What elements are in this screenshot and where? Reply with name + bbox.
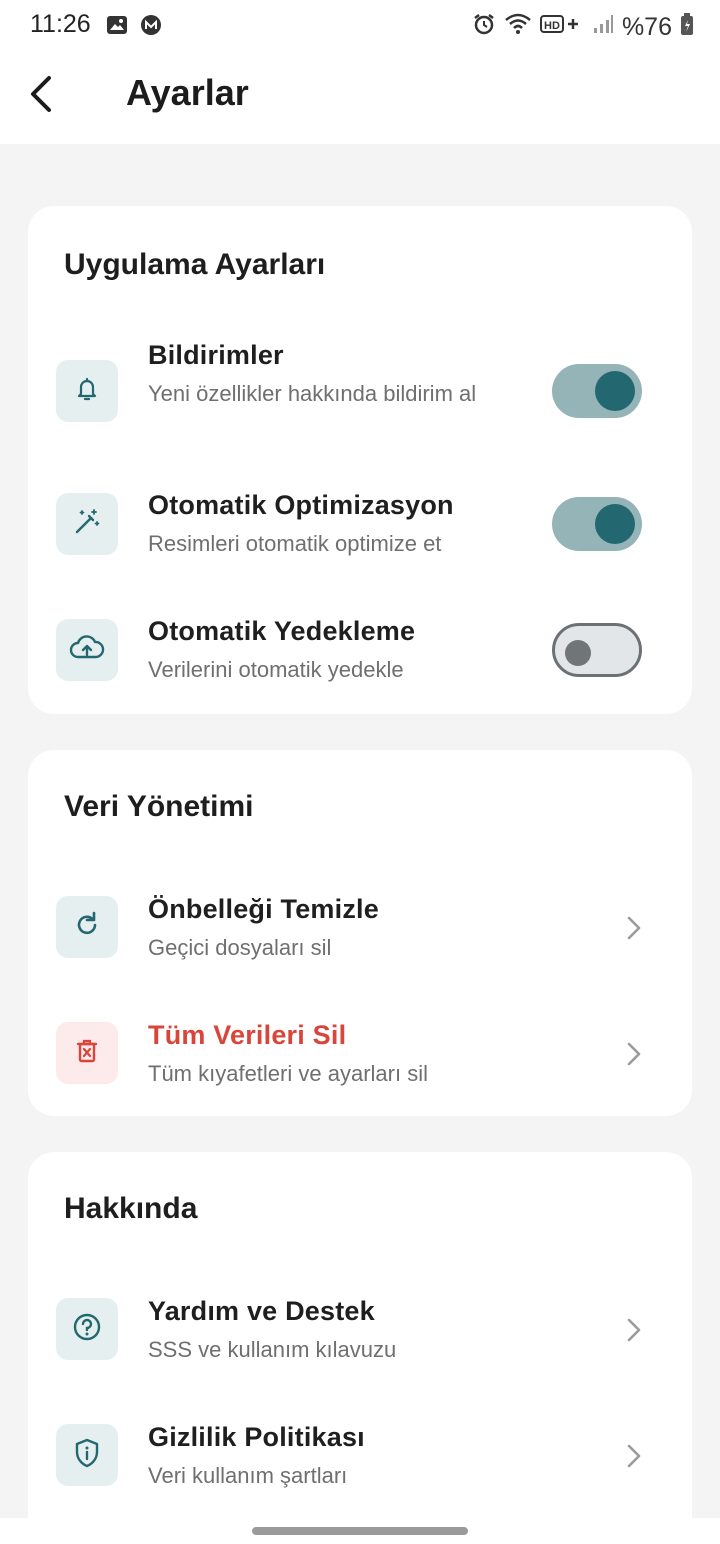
- shield-info-icon: [73, 1438, 101, 1473]
- row-title: Otomatik Yedekleme: [148, 616, 416, 646]
- chevron-right-icon: [622, 1034, 646, 1074]
- home-indicator[interactable]: [252, 1527, 468, 1535]
- row-title: Yardım ve Destek: [148, 1296, 375, 1326]
- hd-plus-icon: HD: [539, 12, 584, 43]
- row-subtitle: SSS ve kullanım kılavuzu: [148, 1337, 397, 1362]
- privacy-icon-box: [56, 1424, 118, 1486]
- bell-icon: [73, 375, 101, 408]
- svg-text:HD: HD: [544, 20, 560, 32]
- chevron-right-icon: [622, 908, 646, 948]
- settings-screen: 11:26 HD %76 Ayarlar Uygulama Ayarları B…: [0, 0, 720, 1544]
- notifications-toggle[interactable]: [552, 364, 642, 418]
- section-title: Uygulama Ayarları: [64, 248, 326, 281]
- row-title: Otomatik Optimizasyon: [148, 490, 454, 520]
- help-circle-icon: [72, 1312, 102, 1347]
- privacy-policy-row[interactable]: Gizlilik Politikası Veri kullanım şartla…: [28, 1422, 692, 1502]
- row-title: Önbelleği Temizle: [148, 894, 379, 924]
- status-left-icons: [106, 14, 162, 41]
- refresh-icon: [72, 910, 102, 945]
- back-arrow-icon: [27, 75, 53, 118]
- backup-icon-box: [56, 619, 118, 681]
- notifications-icon-box: [56, 360, 118, 422]
- alarm-icon: [472, 12, 496, 43]
- row-subtitle: Resimleri otomatik optimize et: [148, 531, 442, 556]
- auto-backup-toggle[interactable]: [552, 623, 642, 677]
- optimization-icon-box: [56, 493, 118, 555]
- page-title: Ayarlar: [126, 72, 249, 113]
- cache-icon-box: [56, 896, 118, 958]
- toggle-knob: [595, 504, 635, 544]
- clear-cache-row[interactable]: Önbelleği Temizle Geçici dosyaları sil: [28, 894, 692, 974]
- status-right-icons: HD %76: [472, 12, 694, 43]
- battery-percent: %76: [621, 13, 672, 41]
- help-support-row[interactable]: Yardım ve Destek SSS ve kullanım kılavuz…: [28, 1296, 692, 1376]
- row-title: Bildirimler: [148, 340, 284, 370]
- row-title: Gizlilik Politikası: [148, 1422, 365, 1452]
- back-button[interactable]: [18, 70, 62, 122]
- cloud-upload-icon: [69, 634, 105, 667]
- toggle-knob: [565, 640, 591, 666]
- wifi-icon: [504, 12, 532, 43]
- app-settings-card: Uygulama Ayarları Bildirimler Yeni özell…: [28, 206, 692, 714]
- toggle-knob: [595, 371, 635, 411]
- row-subtitle: Yeni özellikler hakkında bildirim al: [148, 381, 477, 406]
- section-title: Hakkında: [64, 1192, 198, 1225]
- notifications-row: Bildirimler Yeni özellikler hakkında bil…: [28, 336, 692, 456]
- chevron-right-icon: [622, 1310, 646, 1350]
- help-icon-box: [56, 1298, 118, 1360]
- delete-icon-box: [56, 1022, 118, 1084]
- auto-optimization-row: Otomatik Optimizasyon Resimleri otomatik…: [28, 490, 692, 570]
- status-bar: 11:26 HD %76: [0, 0, 720, 52]
- row-subtitle: Verilerini otomatik yedekle: [148, 657, 404, 682]
- delete-all-row[interactable]: Tüm Verileri Sil Tüm kıyafetleri ve ayar…: [28, 1020, 692, 1100]
- m-app-icon: [140, 14, 162, 41]
- row-subtitle: Tüm kıyafetleri ve ayarları sil: [148, 1061, 428, 1086]
- auto-backup-row: Otomatik Yedekleme Verilerini otomatik y…: [28, 616, 692, 696]
- status-time: 11:26: [30, 10, 91, 38]
- data-management-card: Veri Yönetimi Önbelleği Temizle Geçici d…: [28, 750, 692, 1116]
- section-title: Veri Yönetimi: [64, 790, 254, 823]
- row-subtitle: Geçici dosyaları sil: [148, 935, 332, 960]
- battery-icon: [680, 12, 694, 43]
- magic-wand-icon: [72, 507, 102, 542]
- image-icon: [106, 14, 128, 41]
- trash-icon: [74, 1037, 100, 1070]
- signal-icon: [592, 13, 614, 42]
- row-subtitle: Veri kullanım şartları: [148, 1463, 348, 1488]
- row-title: Tüm Verileri Sil: [148, 1020, 347, 1050]
- app-bar: Ayarlar: [0, 52, 720, 144]
- chevron-right-icon: [622, 1436, 646, 1476]
- about-card: Hakkında Yardım ve Destek SSS ve kullanı…: [28, 1152, 692, 1544]
- auto-optimization-toggle[interactable]: [552, 497, 642, 551]
